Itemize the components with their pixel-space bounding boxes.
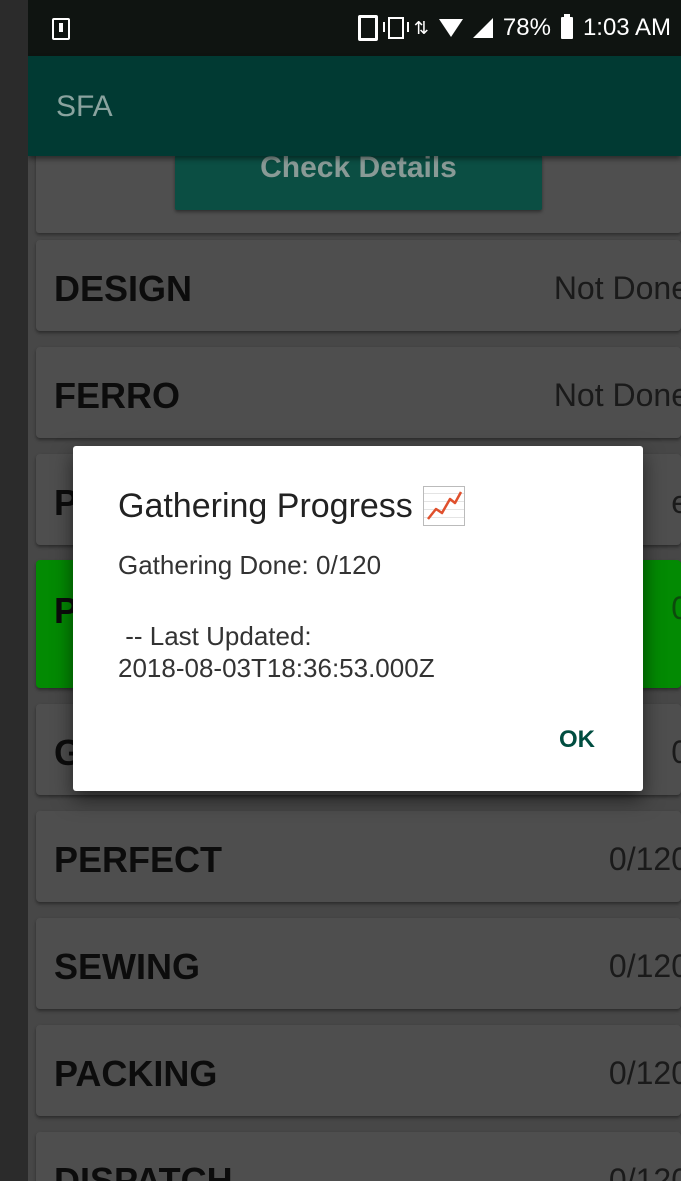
phone-screen: ⇅ 78% 1:03 AM SFA Check Details DESIGN N… [28, 0, 681, 1181]
gathering-done-text: Gathering Done: 0/120 [118, 550, 382, 580]
dialog-title-text: Gathering Progress [118, 486, 413, 525]
ok-button[interactable]: OK [559, 726, 595, 754]
gathering-progress-dialog: Gathering Progress Gathering Done: 0/120… [73, 446, 643, 791]
app-bar: SFA [28, 56, 681, 156]
dialog-title: Gathering Progress [118, 486, 465, 526]
last-updated-timestamp: 2018-08-03T18:36:53.000Z [118, 653, 435, 683]
left-edge-strip [0, 0, 28, 1181]
check-details-button[interactable]: Check Details [175, 153, 542, 210]
app-title: SFA [56, 90, 113, 123]
last-updated-label: -- Last Updated: [118, 621, 312, 651]
chart-increasing-icon [422, 486, 465, 526]
